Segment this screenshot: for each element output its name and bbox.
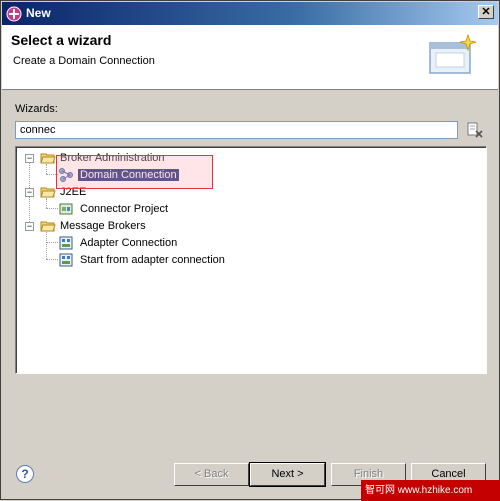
page-description: Create a Domain Connection — [13, 55, 155, 67]
finish-button-label: Finish — [353, 468, 384, 480]
wizard-header: Select a wizard Create a Domain Connecti… — [2, 25, 498, 90]
collapse-icon[interactable]: − — [25, 188, 34, 197]
new-wizard-dialog: New ✕ Select a wizard Create a Domain Co… — [0, 0, 500, 501]
next-button-label: Next > — [271, 468, 304, 480]
adapter-connection-icon — [59, 236, 73, 250]
adapter-connection-icon — [59, 253, 73, 267]
title-bar: New ✕ — [2, 2, 498, 25]
tree-node-label: Start from adapter connection — [80, 254, 225, 266]
tree-node-label: Message Brokers — [60, 220, 146, 232]
connector-project-icon — [59, 203, 73, 215]
page-title: Select a wizard — [11, 32, 112, 48]
folder-open-icon — [40, 153, 56, 164]
tree-node-message-brokers[interactable]: − Message Brokers — [20, 218, 220, 235]
close-button[interactable]: ✕ — [478, 5, 494, 19]
back-button-label: < Back — [194, 468, 229, 480]
back-button[interactable]: < Back — [174, 463, 249, 486]
wizard-filter-input[interactable] — [15, 121, 458, 139]
tree-node-adapter-connection[interactable]: Adapter Connection — [20, 235, 220, 252]
wizards-label-text: Wizards: — [15, 103, 58, 115]
tree-node-start-from-adapter-connection[interactable]: Start from adapter connection — [20, 252, 240, 269]
annotation-highlight-box — [56, 155, 213, 189]
new-wizard-icon — [6, 6, 22, 22]
cancel-button-label: Cancel — [431, 468, 466, 480]
tree-node-label: Adapter Connection — [80, 237, 178, 249]
next-button[interactable]: Next > — [249, 462, 326, 487]
tree-node-label: Connector Project — [80, 203, 169, 215]
help-button[interactable]: ? — [16, 465, 34, 483]
folder-open-icon — [40, 187, 56, 198]
watermark: 智可网 www.hzhike.com — [361, 480, 500, 501]
close-icon: ✕ — [481, 6, 491, 18]
collapse-icon[interactable]: − — [25, 222, 34, 231]
wizards-label: Wizards: — [15, 103, 58, 115]
folder-open-icon — [40, 221, 56, 232]
window-title: New — [26, 6, 51, 20]
wizard-banner-icon — [429, 33, 477, 74]
clear-filter-icon[interactable] — [465, 121, 485, 139]
tree-node-connector-project[interactable]: Connector Project — [20, 201, 220, 218]
collapse-icon[interactable]: − — [25, 154, 34, 163]
help-icon: ? — [21, 467, 29, 481]
